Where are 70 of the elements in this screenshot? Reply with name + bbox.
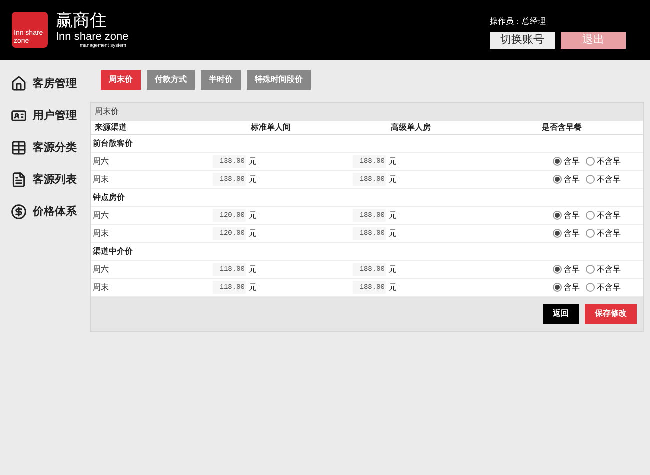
- column-header: 是否含早餐: [542, 122, 582, 134]
- tab[interactable]: 付款方式: [147, 70, 195, 90]
- sidebar-item[interactable]: 价格体系: [0, 196, 90, 228]
- group-label: 钟点房价: [93, 192, 125, 204]
- option-label: 含早: [564, 228, 580, 240]
- tab[interactable]: 半时价: [201, 70, 241, 90]
- unit-label: 元: [249, 264, 257, 276]
- day-label: 周六: [92, 156, 109, 168]
- day-label: 周末: [92, 228, 109, 240]
- brand-name: 赢商住: [56, 11, 108, 31]
- group-label: 渠道中介价: [93, 246, 133, 258]
- unit-label: 元: [389, 156, 397, 168]
- radio-button[interactable]: [586, 283, 595, 292]
- option-label: 不含早: [597, 210, 621, 222]
- radio-button[interactable]: [553, 175, 562, 184]
- table-icon: [11, 140, 27, 156]
- unit-label: 元: [249, 174, 257, 186]
- day-label: 周六: [92, 210, 109, 222]
- panel-title: 周末价: [94, 106, 120, 118]
- unit-label: 元: [389, 210, 397, 222]
- option-label: 不含早: [597, 174, 621, 186]
- switch-account-button[interactable]: 切换账号: [490, 32, 555, 48]
- unit-label: 元: [249, 210, 257, 222]
- radio-button[interactable]: [586, 157, 595, 166]
- option-label: 含早: [564, 282, 580, 294]
- sidebar-item[interactable]: 客源分类: [0, 132, 90, 164]
- unit-label: 元: [389, 282, 397, 294]
- day-label: 周末: [92, 174, 109, 186]
- dollar-icon: [11, 204, 27, 220]
- radio-button[interactable]: [553, 229, 562, 238]
- sidebar-item[interactable]: 用户管理: [0, 100, 90, 132]
- option-label: 含早: [564, 210, 580, 222]
- unit-label: 元: [389, 264, 397, 276]
- column-header: 高级单人房: [391, 122, 431, 134]
- id-card-icon: [11, 108, 27, 124]
- radio-button[interactable]: [586, 229, 595, 238]
- unit-label: 元: [249, 282, 257, 294]
- column-header: 来源渠道: [94, 122, 127, 134]
- option-label: 含早: [564, 156, 580, 168]
- option-label: 不含早: [597, 264, 621, 276]
- option-label: 不含早: [597, 282, 621, 294]
- radio-button[interactable]: [553, 157, 562, 166]
- tab[interactable]: 特殊时间段价: [247, 70, 311, 90]
- radio-button[interactable]: [553, 265, 562, 274]
- unit-label: 元: [389, 174, 397, 186]
- document-icon: [11, 172, 27, 188]
- home-icon: [11, 76, 27, 92]
- unit-label: 元: [389, 228, 397, 240]
- unit-label: 元: [249, 228, 257, 240]
- group-label: 前台散客价: [93, 138, 133, 150]
- option-label: 不含早: [597, 228, 621, 240]
- operator-label: 操作员：总经理: [490, 16, 546, 28]
- radio-button[interactable]: [553, 283, 562, 292]
- save-button[interactable]: 保存修改: [585, 304, 637, 324]
- option-label: 含早: [564, 264, 580, 276]
- unit-label: 元: [249, 156, 257, 168]
- day-label: 周末: [92, 282, 109, 294]
- tab[interactable]: 周末价: [101, 70, 141, 90]
- radio-button[interactable]: [586, 211, 595, 220]
- brand-subtitle: Inn share zone: [56, 31, 129, 43]
- option-label: 不含早: [597, 156, 621, 168]
- back-button[interactable]: 返回: [543, 304, 579, 324]
- radio-button[interactable]: [553, 211, 562, 220]
- day-label: 周六: [92, 264, 109, 276]
- column-header: 标准单人间: [251, 122, 291, 134]
- radio-button[interactable]: [586, 265, 595, 274]
- sidebar-item[interactable]: 客源列表: [0, 164, 90, 196]
- sidebar-item[interactable]: 客房管理: [0, 68, 90, 100]
- radio-button[interactable]: [586, 175, 595, 184]
- option-label: 含早: [564, 174, 580, 186]
